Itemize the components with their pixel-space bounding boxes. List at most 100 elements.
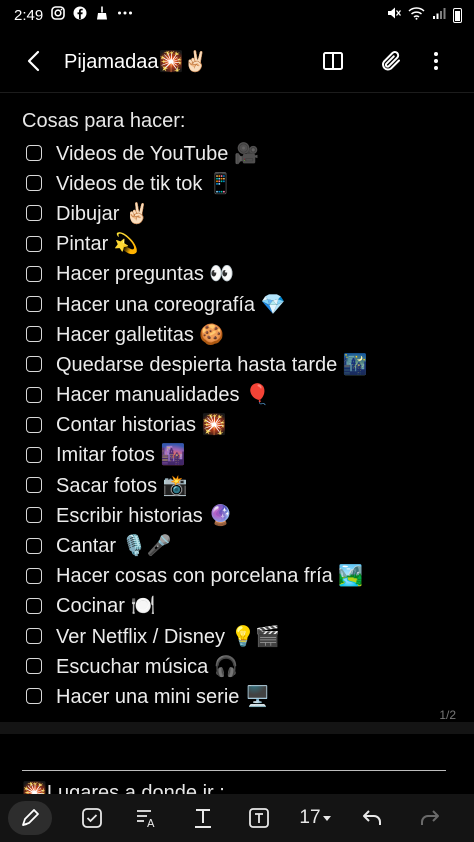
- checklist-item-text[interactable]: Escribir historias 🔮: [56, 503, 233, 528]
- checklist-item-text[interactable]: Escuchar música 🎧: [56, 654, 239, 679]
- checklist-item-text[interactable]: Sacar fotos 📸: [56, 473, 188, 498]
- redo-icon: [421, 810, 439, 825]
- checklist-item-text[interactable]: Dibujar ✌🏻: [56, 201, 150, 226]
- checklist-item-text[interactable]: Hacer una mini serie 🖥️: [56, 684, 270, 709]
- checklist-item-text[interactable]: Hacer preguntas 👀: [56, 261, 234, 286]
- svg-text:A: A: [147, 817, 155, 829]
- attachment-icon: [382, 51, 400, 71]
- checklist-item-text[interactable]: Cocinar 🍽️: [56, 593, 155, 618]
- checkbox[interactable]: [26, 326, 42, 343]
- page-separator: [0, 722, 474, 734]
- checklist-item-text[interactable]: Hacer manualidades 🎈: [56, 382, 270, 407]
- checkbox[interactable]: [26, 265, 42, 282]
- note-title[interactable]: Pijamadaa🎇✌🏻: [64, 49, 208, 74]
- checklist-item: Hacer una coreografía 💎: [22, 289, 462, 319]
- back-arrow-icon: [27, 50, 40, 72]
- checklist-item-text[interactable]: Hacer galletitas 🍪: [56, 322, 224, 347]
- text-format-icon: [195, 809, 211, 828]
- checklist-item: Cantar 🎙️🎤: [22, 530, 462, 560]
- mute-icon: [387, 6, 402, 24]
- text-box-button[interactable]: [246, 804, 272, 832]
- checkbox[interactable]: [26, 175, 42, 192]
- facebook-icon: [73, 6, 87, 24]
- app-bar: Pijamadaa🎇✌🏻: [0, 36, 474, 86]
- checkbox[interactable]: [26, 386, 42, 403]
- checklist-item: Sacar fotos 📸: [22, 470, 462, 500]
- page2-divider: [22, 770, 446, 771]
- checkbox[interactable]: [26, 628, 42, 645]
- checklist-item: Ver Netflix / Disney 💡🎬: [22, 621, 462, 651]
- checkbox-button[interactable]: [78, 804, 106, 832]
- redo-button[interactable]: [416, 804, 444, 832]
- checkbox[interactable]: [26, 537, 42, 554]
- pen-mode-button[interactable]: [8, 801, 52, 835]
- pen-icon: [22, 809, 39, 826]
- paragraph-style-button[interactable]: A: [134, 804, 160, 832]
- checkbox[interactable]: [26, 296, 42, 313]
- more-vert-icon: [434, 52, 438, 70]
- checklist-item: Dibujar ✌🏻: [22, 198, 462, 228]
- status-time: 2:49: [14, 6, 44, 24]
- checklist-item-text[interactable]: Videos de YouTube 🎥: [56, 141, 259, 166]
- checkbox[interactable]: [26, 688, 42, 705]
- more-options-button[interactable]: [423, 48, 449, 74]
- checkbox[interactable]: [26, 416, 42, 433]
- more-icon: [117, 6, 133, 24]
- checklist: Videos de YouTube 🎥 Videos de tik tok 📱 Di…: [22, 138, 462, 712]
- checklist-item: Hacer galletitas 🍪: [22, 319, 462, 349]
- checkbox[interactable]: [26, 597, 42, 614]
- checklist-item: Videos de tik tok 📱: [22, 168, 462, 198]
- checkbox-icon: [82, 808, 102, 828]
- page-indicator: 1/2: [439, 708, 456, 722]
- checklist-item: Cocinar 🍽️: [22, 591, 462, 621]
- header-divider: [0, 92, 474, 93]
- checklist-item-text[interactable]: Contar historias 🎇: [56, 412, 227, 437]
- battery-icon: [453, 7, 462, 23]
- checklist-item: Hacer preguntas 👀: [22, 259, 462, 289]
- checklist-item-text[interactable]: Quedarse despierta hasta tarde 🌃: [56, 352, 368, 377]
- editor-toolbar: A 17: [0, 794, 474, 842]
- dropdown-icon: [322, 816, 331, 821]
- checkbox[interactable]: [26, 658, 42, 675]
- checkbox[interactable]: [26, 507, 42, 524]
- checkbox[interactable]: [26, 567, 42, 584]
- checklist-item-text[interactable]: Pintar 💫: [56, 231, 139, 256]
- checklist-item: Hacer cosas con porcelana fría 🏞️: [22, 561, 462, 591]
- undo-button[interactable]: [358, 804, 386, 832]
- section-title: Cosas para hacer:: [22, 110, 186, 132]
- book-view-icon: [323, 52, 343, 70]
- signal-icon: [432, 6, 446, 24]
- checklist-item: Videos de YouTube 🎥: [22, 138, 462, 168]
- status-right: [387, 6, 462, 24]
- checklist-item: Hacer una mini serie 🖥️: [22, 681, 462, 711]
- checklist-item-text[interactable]: Hacer cosas con porcelana fría 🏞️: [56, 563, 363, 588]
- status-left: 2:49: [14, 6, 133, 24]
- checklist-item-text[interactable]: Videos de tik tok 📱: [56, 171, 233, 196]
- checkbox[interactable]: [26, 235, 42, 252]
- undo-icon: [363, 810, 381, 825]
- text-box-icon: [249, 808, 269, 828]
- checkbox[interactable]: [26, 477, 42, 494]
- checklist-item-text[interactable]: Cantar 🎙️🎤: [56, 533, 171, 558]
- checkbox[interactable]: [26, 356, 42, 373]
- back-button[interactable]: [22, 48, 48, 74]
- checkbox[interactable]: [26, 145, 42, 162]
- checkbox[interactable]: [26, 205, 42, 222]
- checklist-item: Hacer manualidades 🎈: [22, 380, 462, 410]
- font-size-selector[interactable]: 17: [296, 804, 336, 832]
- checkbox[interactable]: [26, 446, 42, 463]
- checklist-item: Escribir historias 🔮: [22, 500, 462, 530]
- checklist-item: Escuchar música 🎧: [22, 651, 462, 681]
- checklist-item-text[interactable]: Hacer una coreografía 💎: [56, 292, 285, 317]
- note-content[interactable]: Cosas para hacer: Videos de YouTube 🎥 Vid…: [22, 108, 462, 712]
- text-format-button[interactable]: [190, 804, 216, 832]
- broom-icon: [95, 6, 109, 24]
- status-bar: 2:49: [0, 0, 474, 30]
- checklist-item: Imitar fotos 🌆: [22, 440, 462, 470]
- attach-button[interactable]: [378, 48, 404, 74]
- checklist-item-text[interactable]: Ver Netflix / Disney 💡🎬: [56, 624, 280, 649]
- checklist-item-text[interactable]: Imitar fotos 🌆: [56, 442, 185, 467]
- checklist-item: Quedarse despierta hasta tarde 🌃: [22, 349, 462, 379]
- checklist-item: Contar historias 🎇: [22, 410, 462, 440]
- reading-mode-button[interactable]: [320, 48, 346, 74]
